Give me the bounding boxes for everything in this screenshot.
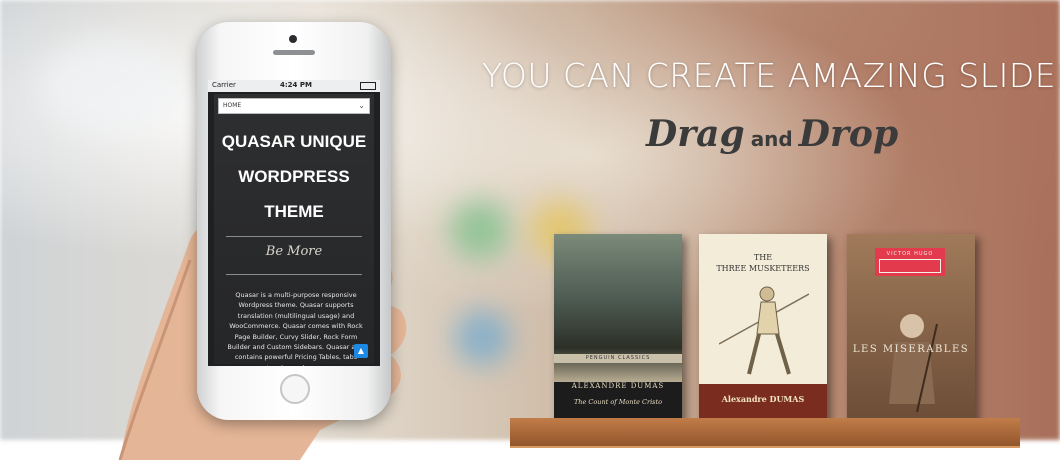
site-description: Quasar is a multi-purpose responsive Wor… xyxy=(227,291,364,366)
slider-subheadline: Drag and Drop xyxy=(646,113,898,155)
battery-icon xyxy=(360,82,376,90)
site-title-line-3: THEME xyxy=(264,202,324,221)
and-word: and xyxy=(750,127,793,151)
drop-word: Drop xyxy=(798,113,899,155)
phone-screen: Carrier 4:24 PM HOME ⌄ QUASAR UNIQUE WOR… xyxy=(208,80,380,366)
status-bar: Carrier 4:24 PM xyxy=(208,80,380,92)
book-title-line-1: THE xyxy=(753,253,773,262)
site-preview: HOME ⌄ QUASAR UNIQUE WORDPRESS THEME Be … xyxy=(214,94,374,366)
wooden-shelf xyxy=(510,418,1020,448)
book-author-label: VICTOR HUGO xyxy=(875,248,945,276)
clock-label: 4:24 PM xyxy=(280,81,312,89)
chevron-down-icon: ⌄ xyxy=(358,101,365,110)
child-illustration xyxy=(889,314,938,413)
mobile-menu-select[interactable]: HOME ⌄ xyxy=(218,98,370,114)
background-orange-blob xyxy=(40,40,180,130)
divider-top xyxy=(226,236,362,237)
book-title: The Count of Monte Cristo xyxy=(573,398,663,406)
drag-word: Drag xyxy=(646,113,745,155)
background-green-blob xyxy=(450,200,510,260)
book-author: VICTOR HUGO xyxy=(886,251,934,257)
book-title-line-2: THREE MUSKETEERS xyxy=(716,264,810,273)
book-author: ALEXANDRE DUMAS xyxy=(571,382,665,390)
divider-bottom xyxy=(226,274,362,275)
carrier-label: Carrier xyxy=(212,81,236,89)
tagline: Be More xyxy=(265,244,323,259)
background-blue-blob xyxy=(455,310,510,365)
book-les-miserables: VICTOR HUGO LES MISERABLES xyxy=(847,234,975,424)
camera-icon xyxy=(289,35,297,43)
book-title: THE THREE MUSKETEERS xyxy=(699,252,827,274)
site-title-line-2: WORDPRESS xyxy=(238,167,350,186)
book-title: LES MISERABLES xyxy=(852,344,970,355)
label-frame xyxy=(879,259,941,273)
site-title-line-1: QUASAR UNIQUE xyxy=(221,132,367,151)
scroll-to-top-button[interactable]: ▲ xyxy=(354,344,368,358)
book-author: Alexandre DUMAS xyxy=(721,394,805,404)
speaker-grille xyxy=(273,50,315,55)
slider-headline: YOU CAN CREATE AMAZING SLIDERS xyxy=(482,56,1060,95)
site-title: QUASAR UNIQUE WORDPRESS THEME xyxy=(214,124,374,229)
book-count-of-monte-cristo: PENGUIN CLASSICS ALEXANDRE DUMAS The Cou… xyxy=(554,234,682,424)
menu-selected-value: HOME xyxy=(223,102,242,109)
home-button[interactable] xyxy=(280,374,310,404)
book-series-label: PENGUIN CLASSICS xyxy=(554,354,682,363)
fencer-illustration xyxy=(719,286,809,375)
book-three-musketeers: THE THREE MUSKETEERS Alexandre DUMAS xyxy=(699,234,827,424)
